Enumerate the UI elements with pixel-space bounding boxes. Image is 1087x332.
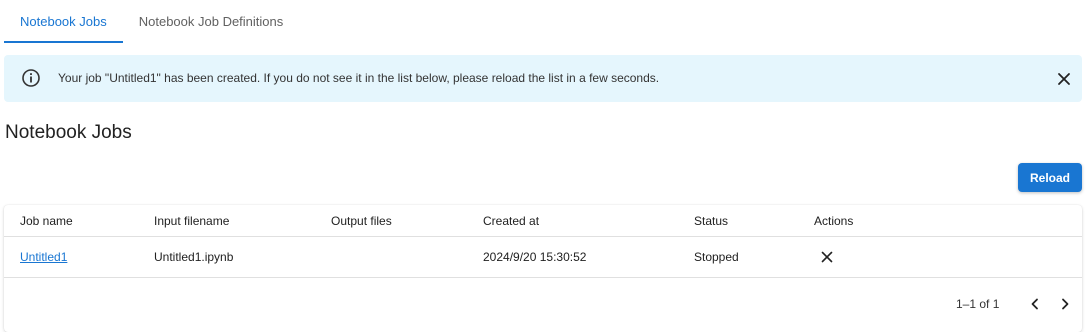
column-header-actions: Actions	[814, 213, 854, 228]
pagination-range: 1–1 of 1	[956, 297, 1000, 311]
tab-label: Notebook Job Definitions	[138, 14, 284, 29]
chevron-right-icon[interactable]	[1053, 292, 1077, 316]
tab-notebook-job-definitions[interactable]: Notebook Job Definitions	[123, 0, 300, 43]
column-header-job-name[interactable]: Job name	[20, 205, 73, 236]
table-pagination: 1–1 of 1	[4, 279, 1082, 329]
info-icon	[21, 68, 41, 88]
actions-cell	[814, 237, 838, 277]
info-alert: Your job "Untitled1" has been created. I…	[4, 55, 1082, 102]
page-title: Notebook Jobs	[5, 122, 132, 143]
input-filename-cell: Untitled1.ipynb	[154, 250, 234, 264]
table-header-row: Job name Input filename Output files Cre…	[4, 205, 1082, 237]
job-name-cell: Untitled1	[20, 237, 67, 277]
notebook-jobs-page: Notebook Jobs Notebook Job Definitions Y…	[0, 0, 1087, 332]
job-name-link[interactable]: Untitled1	[20, 250, 67, 264]
alert-message: Your job "Untitled1" has been created. I…	[58, 71, 660, 85]
created-at-cell: 2024/9/20 15:30:52	[483, 250, 587, 264]
table-row: Untitled1 Untitled1.ipynb 2024/9/20 15:3…	[4, 237, 1082, 278]
column-header-created-at[interactable]: Created at	[483, 205, 539, 236]
close-icon[interactable]	[816, 246, 838, 268]
close-icon[interactable]	[1053, 68, 1075, 90]
tab-notebook-jobs[interactable]: Notebook Jobs	[4, 0, 123, 43]
chevron-left-icon[interactable]	[1023, 292, 1047, 316]
status-cell: Stopped	[694, 250, 739, 264]
tab-bar: Notebook Jobs Notebook Job Definitions	[4, 0, 299, 43]
tab-label: Notebook Jobs	[20, 14, 107, 29]
column-header-input-filename[interactable]: Input filename	[154, 205, 229, 236]
column-header-status[interactable]: Status	[694, 205, 728, 236]
jobs-table: Job name Input filename Output files Cre…	[4, 205, 1082, 332]
reload-button[interactable]: Reload	[1018, 163, 1082, 192]
column-header-output-files: Output files	[331, 213, 392, 228]
